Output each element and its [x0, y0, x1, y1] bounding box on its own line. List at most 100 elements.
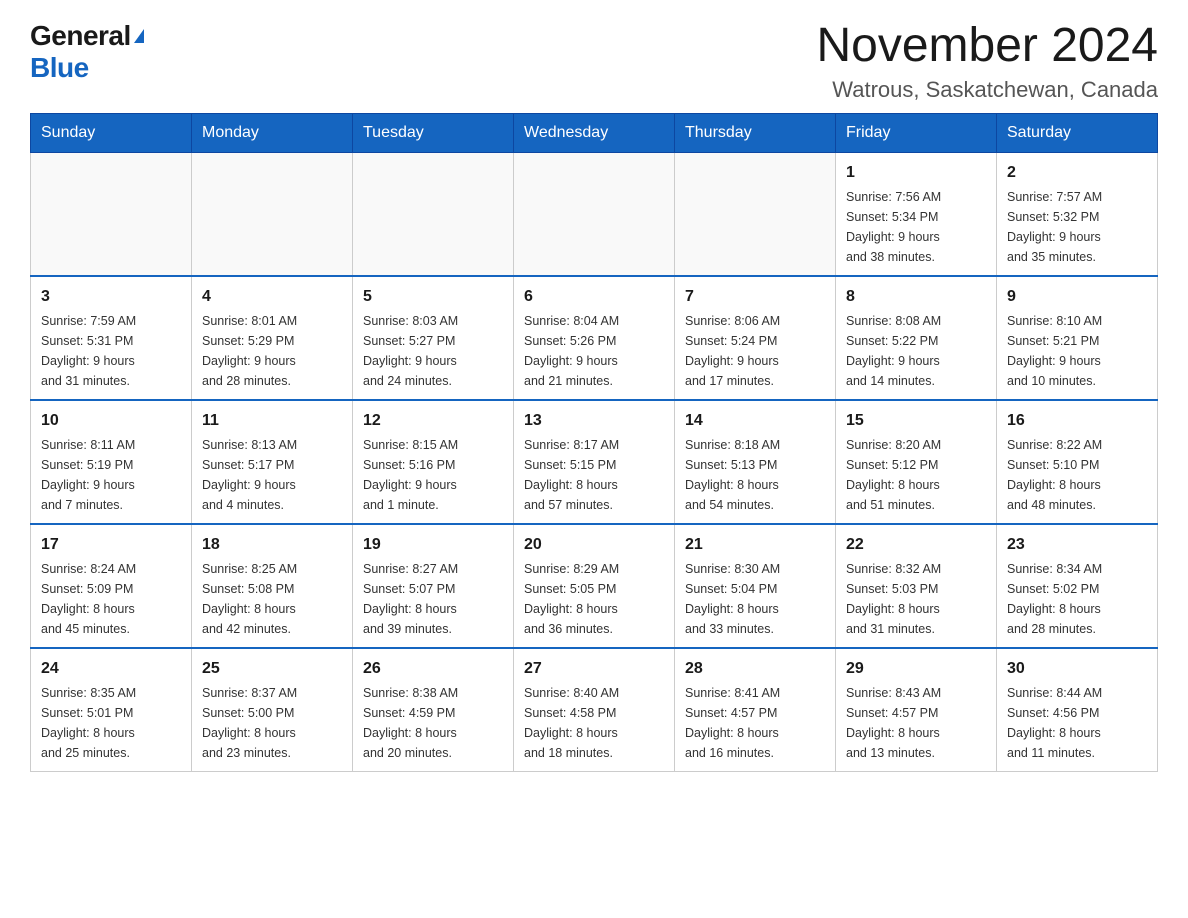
day-info: Sunrise: 8:40 AM Sunset: 4:58 PM Dayligh… — [524, 683, 664, 763]
calendar-cell: 25Sunrise: 8:37 AM Sunset: 5:00 PM Dayli… — [192, 648, 353, 772]
calendar-cell: 11Sunrise: 8:13 AM Sunset: 5:17 PM Dayli… — [192, 400, 353, 524]
calendar-cell: 14Sunrise: 8:18 AM Sunset: 5:13 PM Dayli… — [675, 400, 836, 524]
day-info: Sunrise: 8:38 AM Sunset: 4:59 PM Dayligh… — [363, 683, 503, 763]
day-number: 21 — [685, 533, 825, 557]
day-info: Sunrise: 8:04 AM Sunset: 5:26 PM Dayligh… — [524, 311, 664, 391]
calendar-cell — [353, 152, 514, 276]
calendar-cell: 4Sunrise: 8:01 AM Sunset: 5:29 PM Daylig… — [192, 276, 353, 400]
day-number: 6 — [524, 285, 664, 309]
calendar-cell: 17Sunrise: 8:24 AM Sunset: 5:09 PM Dayli… — [31, 524, 192, 648]
month-title: November 2024 — [816, 20, 1158, 73]
day-number: 7 — [685, 285, 825, 309]
weekday-header-tuesday: Tuesday — [353, 113, 514, 152]
logo-blue-text: Blue — [30, 52, 89, 84]
day-info: Sunrise: 8:29 AM Sunset: 5:05 PM Dayligh… — [524, 559, 664, 639]
calendar-week-4: 17Sunrise: 8:24 AM Sunset: 5:09 PM Dayli… — [31, 524, 1158, 648]
calendar-cell: 20Sunrise: 8:29 AM Sunset: 5:05 PM Dayli… — [514, 524, 675, 648]
calendar-cell — [192, 152, 353, 276]
calendar-cell: 27Sunrise: 8:40 AM Sunset: 4:58 PM Dayli… — [514, 648, 675, 772]
day-info: Sunrise: 8:34 AM Sunset: 5:02 PM Dayligh… — [1007, 559, 1147, 639]
day-info: Sunrise: 8:13 AM Sunset: 5:17 PM Dayligh… — [202, 435, 342, 515]
day-number: 26 — [363, 657, 503, 681]
day-number: 17 — [41, 533, 181, 557]
day-info: Sunrise: 8:25 AM Sunset: 5:08 PM Dayligh… — [202, 559, 342, 639]
calendar-cell: 8Sunrise: 8:08 AM Sunset: 5:22 PM Daylig… — [836, 276, 997, 400]
day-info: Sunrise: 7:59 AM Sunset: 5:31 PM Dayligh… — [41, 311, 181, 391]
calendar-header-row: SundayMondayTuesdayWednesdayThursdayFrid… — [31, 113, 1158, 152]
day-number: 1 — [846, 161, 986, 185]
day-number: 5 — [363, 285, 503, 309]
location-title: Watrous, Saskatchewan, Canada — [816, 77, 1158, 103]
day-info: Sunrise: 8:22 AM Sunset: 5:10 PM Dayligh… — [1007, 435, 1147, 515]
weekday-header-saturday: Saturday — [997, 113, 1158, 152]
day-info: Sunrise: 8:35 AM Sunset: 5:01 PM Dayligh… — [41, 683, 181, 763]
calendar-cell: 29Sunrise: 8:43 AM Sunset: 4:57 PM Dayli… — [836, 648, 997, 772]
logo-triangle-icon — [134, 29, 144, 43]
weekday-header-monday: Monday — [192, 113, 353, 152]
day-info: Sunrise: 8:11 AM Sunset: 5:19 PM Dayligh… — [41, 435, 181, 515]
calendar-cell: 23Sunrise: 8:34 AM Sunset: 5:02 PM Dayli… — [997, 524, 1158, 648]
day-number: 13 — [524, 409, 664, 433]
calendar-cell: 6Sunrise: 8:04 AM Sunset: 5:26 PM Daylig… — [514, 276, 675, 400]
day-number: 19 — [363, 533, 503, 557]
day-number: 12 — [363, 409, 503, 433]
logo: General Blue — [30, 20, 144, 84]
day-number: 3 — [41, 285, 181, 309]
day-number: 15 — [846, 409, 986, 433]
weekday-header-sunday: Sunday — [31, 113, 192, 152]
day-info: Sunrise: 8:20 AM Sunset: 5:12 PM Dayligh… — [846, 435, 986, 515]
calendar-cell: 16Sunrise: 8:22 AM Sunset: 5:10 PM Dayli… — [997, 400, 1158, 524]
calendar-cell: 22Sunrise: 8:32 AM Sunset: 5:03 PM Dayli… — [836, 524, 997, 648]
calendar-cell: 30Sunrise: 8:44 AM Sunset: 4:56 PM Dayli… — [997, 648, 1158, 772]
day-number: 23 — [1007, 533, 1147, 557]
day-info: Sunrise: 8:43 AM Sunset: 4:57 PM Dayligh… — [846, 683, 986, 763]
weekday-header-wednesday: Wednesday — [514, 113, 675, 152]
calendar-cell: 10Sunrise: 8:11 AM Sunset: 5:19 PM Dayli… — [31, 400, 192, 524]
day-info: Sunrise: 8:24 AM Sunset: 5:09 PM Dayligh… — [41, 559, 181, 639]
day-number: 27 — [524, 657, 664, 681]
day-info: Sunrise: 7:56 AM Sunset: 5:34 PM Dayligh… — [846, 187, 986, 267]
calendar-cell: 24Sunrise: 8:35 AM Sunset: 5:01 PM Dayli… — [31, 648, 192, 772]
weekday-header-thursday: Thursday — [675, 113, 836, 152]
calendar-cell: 9Sunrise: 8:10 AM Sunset: 5:21 PM Daylig… — [997, 276, 1158, 400]
day-info: Sunrise: 8:44 AM Sunset: 4:56 PM Dayligh… — [1007, 683, 1147, 763]
day-number: 9 — [1007, 285, 1147, 309]
day-number: 29 — [846, 657, 986, 681]
day-number: 30 — [1007, 657, 1147, 681]
calendar-cell: 3Sunrise: 7:59 AM Sunset: 5:31 PM Daylig… — [31, 276, 192, 400]
day-info: Sunrise: 8:15 AM Sunset: 5:16 PM Dayligh… — [363, 435, 503, 515]
calendar-cell — [31, 152, 192, 276]
day-number: 11 — [202, 409, 342, 433]
day-info: Sunrise: 8:37 AM Sunset: 5:00 PM Dayligh… — [202, 683, 342, 763]
day-number: 10 — [41, 409, 181, 433]
day-info: Sunrise: 8:41 AM Sunset: 4:57 PM Dayligh… — [685, 683, 825, 763]
day-number: 2 — [1007, 161, 1147, 185]
calendar-week-3: 10Sunrise: 8:11 AM Sunset: 5:19 PM Dayli… — [31, 400, 1158, 524]
calendar-cell: 19Sunrise: 8:27 AM Sunset: 5:07 PM Dayli… — [353, 524, 514, 648]
day-number: 4 — [202, 285, 342, 309]
calendar-cell — [514, 152, 675, 276]
day-info: Sunrise: 8:27 AM Sunset: 5:07 PM Dayligh… — [363, 559, 503, 639]
day-number: 20 — [524, 533, 664, 557]
day-info: Sunrise: 8:17 AM Sunset: 5:15 PM Dayligh… — [524, 435, 664, 515]
page-header: General Blue November 2024 Watrous, Sask… — [30, 20, 1158, 103]
day-number: 18 — [202, 533, 342, 557]
calendar-cell: 1Sunrise: 7:56 AM Sunset: 5:34 PM Daylig… — [836, 152, 997, 276]
calendar-week-5: 24Sunrise: 8:35 AM Sunset: 5:01 PM Dayli… — [31, 648, 1158, 772]
calendar-week-1: 1Sunrise: 7:56 AM Sunset: 5:34 PM Daylig… — [31, 152, 1158, 276]
day-info: Sunrise: 8:10 AM Sunset: 5:21 PM Dayligh… — [1007, 311, 1147, 391]
day-info: Sunrise: 8:08 AM Sunset: 5:22 PM Dayligh… — [846, 311, 986, 391]
calendar-cell: 2Sunrise: 7:57 AM Sunset: 5:32 PM Daylig… — [997, 152, 1158, 276]
day-number: 8 — [846, 285, 986, 309]
day-info: Sunrise: 8:18 AM Sunset: 5:13 PM Dayligh… — [685, 435, 825, 515]
logo-general-text: General — [30, 20, 131, 52]
day-info: Sunrise: 8:32 AM Sunset: 5:03 PM Dayligh… — [846, 559, 986, 639]
calendar-table: SundayMondayTuesdayWednesdayThursdayFrid… — [30, 113, 1158, 772]
day-info: Sunrise: 8:03 AM Sunset: 5:27 PM Dayligh… — [363, 311, 503, 391]
calendar-week-2: 3Sunrise: 7:59 AM Sunset: 5:31 PM Daylig… — [31, 276, 1158, 400]
calendar-cell: 7Sunrise: 8:06 AM Sunset: 5:24 PM Daylig… — [675, 276, 836, 400]
calendar-cell: 5Sunrise: 8:03 AM Sunset: 5:27 PM Daylig… — [353, 276, 514, 400]
day-number: 25 — [202, 657, 342, 681]
weekday-header-friday: Friday — [836, 113, 997, 152]
calendar-cell: 13Sunrise: 8:17 AM Sunset: 5:15 PM Dayli… — [514, 400, 675, 524]
